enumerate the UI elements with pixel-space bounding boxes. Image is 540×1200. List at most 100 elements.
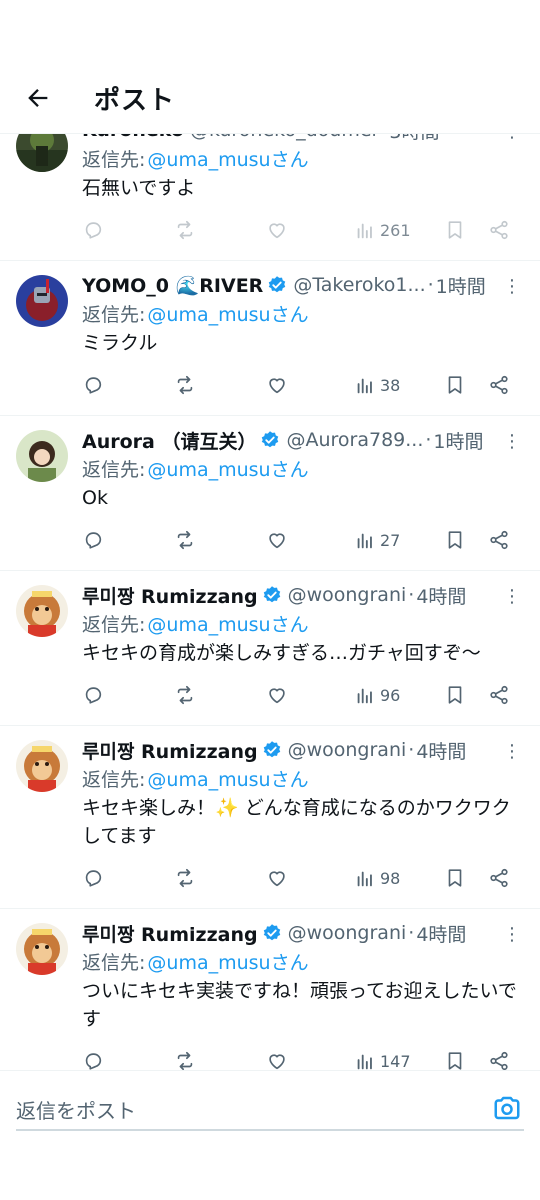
share-button[interactable] (488, 365, 510, 405)
reply-post[interactable]: ⋮ 루미짱 Rumizzang @woongrani · 4時間 返信先: @uma_mus… (0, 726, 540, 909)
avatar[interactable] (16, 585, 68, 637)
more-options-icon[interactable]: ⋮ (502, 742, 522, 762)
views-count: 98 (380, 868, 401, 888)
more-options-icon[interactable]: ⋮ (502, 134, 522, 142)
share-icon (490, 1051, 508, 1070)
share-icon (490, 220, 508, 240)
avatar[interactable] (16, 134, 68, 172)
author-name[interactable]: 루미짱 Rumizzang (82, 582, 258, 609)
like-button[interactable] (266, 1041, 288, 1070)
reply-input[interactable] (16, 1091, 524, 1131)
author-name[interactable]: Kuroneko (82, 134, 184, 141)
views-icon (357, 1054, 372, 1070)
author-handle[interactable]: @woongrani (288, 584, 407, 606)
bookmark-button[interactable] (444, 210, 466, 250)
repost-button[interactable] (174, 365, 196, 405)
share-button[interactable] (488, 858, 510, 898)
reply-icon (85, 870, 102, 887)
repost-button[interactable] (174, 1041, 196, 1070)
repost-button[interactable] (174, 675, 196, 715)
camera-button[interactable] (492, 1093, 522, 1123)
like-button[interactable] (266, 365, 288, 405)
views-button[interactable]: 98 (354, 858, 400, 898)
reply-button[interactable] (82, 1041, 104, 1070)
more-options-icon[interactable]: ⋮ (502, 925, 522, 945)
reply-mention[interactable]: @uma_musuさん (147, 948, 308, 975)
more-options-icon[interactable]: ⋮ (502, 587, 522, 607)
bookmark-button[interactable] (444, 365, 466, 405)
share-icon (490, 868, 508, 888)
verified-badge (262, 923, 282, 943)
author-name[interactable]: YOMO_0 🌊RIVER (82, 274, 263, 297)
post-time[interactable]: 3時間 (389, 134, 439, 144)
reply-post[interactable]: ⋮ 루미짱 Rumizzang @woongrani · 4時間 返信先: @uma_mus… (0, 909, 540, 1070)
author-name[interactable]: 루미짱 Rumizzang (82, 737, 258, 764)
arrow-left-icon (28, 89, 48, 107)
reply-mention[interactable]: @uma_musuさん (147, 145, 308, 172)
separator-dot: · (425, 429, 432, 451)
like-button[interactable] (266, 858, 288, 898)
reply-mention[interactable]: @uma_musuさん (147, 455, 308, 482)
views-button[interactable]: 27 (354, 520, 400, 560)
reply-mention[interactable]: @uma_musuさん (147, 610, 308, 637)
reply-button[interactable] (82, 520, 104, 560)
like-button[interactable] (266, 210, 288, 250)
repost-button[interactable] (174, 210, 196, 250)
reply-post[interactable]: ⋮ Kuroneko @kuroneko_doumer·3時間返信先:@uma_mu… (0, 134, 540, 261)
bookmark-button[interactable] (444, 1041, 466, 1070)
repost-button[interactable] (174, 858, 196, 898)
repost-button[interactable] (174, 520, 196, 560)
author-handle[interactable]: @kuroneko_doumer (190, 134, 379, 141)
avatar[interactable] (16, 430, 68, 482)
author-handle[interactable]: @Aurora789... (286, 429, 423, 451)
reply-post[interactable]: ⋮ YOMO_0 🌊RIVER @Takeroko1... · 1時間 返信先: @uma_… (0, 261, 540, 416)
post-time[interactable]: 1時間 (433, 427, 483, 454)
views-button[interactable]: 147 (354, 1041, 411, 1070)
more-options-icon[interactable]: ⋮ (502, 277, 522, 297)
reply-button[interactable] (82, 210, 104, 250)
bookmark-button[interactable] (444, 858, 466, 898)
back-button[interactable] (22, 82, 54, 114)
avatar[interactable] (16, 275, 68, 327)
views-button[interactable]: 38 (354, 365, 400, 405)
avatar[interactable] (16, 923, 68, 975)
avatar[interactable] (16, 740, 68, 792)
more-options-icon[interactable]: ⋮ (502, 432, 522, 452)
reply-post[interactable]: ⋮ 루미짱 Rumizzang @woongrani · 4時間 返信先: @uma_mus… (0, 571, 540, 726)
reply-context: 返信先: @uma_musuさん (82, 764, 524, 792)
bookmark-icon (448, 531, 462, 549)
action-bar: 261 (82, 210, 524, 250)
bookmark-button[interactable] (444, 675, 466, 715)
reply-mention[interactable]: @uma_musuさん (147, 765, 308, 792)
views-icon (357, 533, 372, 549)
reply-button[interactable] (82, 675, 104, 715)
views-icon (357, 223, 372, 239)
share-button[interactable] (488, 675, 510, 715)
like-button[interactable] (266, 675, 288, 715)
views-button[interactable]: 261 (354, 210, 411, 250)
replies-feed[interactable]: ⋮ Kuroneko @kuroneko_doumer · 3時間返信先:@uma_mu… (0, 134, 540, 1070)
views-button[interactable]: 96 (354, 675, 400, 715)
author-name[interactable]: Aurora （请互关） (82, 427, 256, 454)
post-body: 루미짱 Rumizzang @woongrani · 4時間 返信先: @uma_musu… (82, 581, 524, 715)
post-time[interactable]: 4時間 (416, 737, 466, 764)
bookmark-button[interactable] (444, 520, 466, 560)
reply-button[interactable] (82, 858, 104, 898)
post-text: Ok (82, 487, 108, 509)
post-time[interactable]: 1時間 (436, 272, 486, 299)
author-name[interactable]: 루미짱 Rumizzang (82, 920, 258, 947)
reply-mention[interactable]: @uma_musuさん (147, 300, 308, 327)
share-button[interactable] (488, 1041, 510, 1070)
post-time[interactable]: 4時間 (416, 920, 466, 947)
action-bar: 98 (82, 858, 524, 898)
author-handle[interactable]: @woongrani (288, 739, 407, 761)
author-handle[interactable]: @woongrani (288, 922, 407, 944)
share-button[interactable] (488, 210, 510, 250)
reply-icon (85, 532, 102, 549)
author-handle[interactable]: @Takeroko1... (293, 274, 425, 296)
reply-post[interactable]: ⋮ Aurora （请互关） @Aurora789... · 1時間 返信先: @uma_m… (0, 416, 540, 571)
reply-button[interactable] (82, 365, 104, 405)
post-time[interactable]: 4時間 (416, 582, 466, 609)
share-button[interactable] (488, 520, 510, 560)
like-button[interactable] (266, 520, 288, 560)
